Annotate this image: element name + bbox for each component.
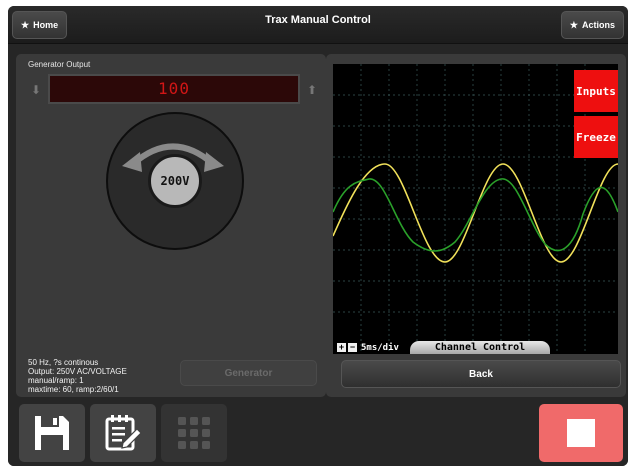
generator-button[interactable]: Generator bbox=[180, 360, 317, 386]
timebase-label: 5ms/div bbox=[361, 343, 399, 353]
page-title: Trax Manual Control bbox=[265, 14, 371, 26]
status-line: manual/ramp: 1 bbox=[28, 376, 84, 385]
timebase-increase-button[interactable]: + bbox=[337, 343, 346, 352]
timebase-decrease-button[interactable]: − bbox=[348, 343, 357, 352]
freeze-button[interactable]: Freeze bbox=[574, 116, 618, 158]
stop-button[interactable] bbox=[539, 404, 623, 462]
decrease-arrow-icon[interactable]: ⬇ bbox=[30, 84, 42, 96]
grid-icon bbox=[178, 417, 210, 449]
output-value-display: 100 bbox=[48, 74, 300, 104]
green-trace bbox=[333, 178, 618, 252]
star-icon: ★ bbox=[569, 19, 578, 30]
increase-arrow-icon[interactable]: ⬆ bbox=[306, 84, 318, 96]
scope-panel: Inputs Freeze + − 5ms/div Channel Contro… bbox=[326, 54, 626, 397]
yellow-trace bbox=[333, 163, 618, 263]
status-line: 50 Hz, ?s continous bbox=[28, 358, 99, 367]
generator-panel: Generator Output ⬇ 100 ⬆ 200V 50 Hz, ?s … bbox=[16, 54, 326, 397]
floppy-disk-icon bbox=[35, 416, 69, 450]
top-bar: ★ Home Trax Manual Control ★ Actions bbox=[8, 6, 628, 44]
actions-label: Actions bbox=[581, 20, 615, 30]
notes-button[interactable] bbox=[90, 404, 156, 462]
grid-menu-button[interactable] bbox=[161, 404, 227, 462]
stop-icon bbox=[567, 419, 595, 447]
app-frame: ★ Home Trax Manual Control ★ Actions Gen… bbox=[8, 6, 628, 466]
inputs-button[interactable]: Inputs bbox=[574, 70, 618, 112]
generator-output-label: Generator Output bbox=[28, 60, 91, 69]
bottom-toolbar bbox=[8, 401, 628, 466]
scope-controls: + − 5ms/div Channel Control bbox=[333, 340, 618, 354]
generator-status: 50 Hz, ?s continous Output: 250V AC/VOLT… bbox=[28, 358, 127, 394]
dial-knob[interactable]: 200V bbox=[148, 154, 202, 208]
back-button[interactable]: Back bbox=[341, 360, 621, 388]
oscilloscope-display: Inputs Freeze + − 5ms/div Channel Contro… bbox=[333, 64, 618, 354]
status-line: maxtime: 60, ramp:2/60/1 bbox=[28, 385, 119, 394]
status-line: Output: 250V AC/VOLTAGE bbox=[28, 367, 127, 376]
notepad-pencil-icon bbox=[105, 415, 142, 451]
actions-button[interactable]: ★ Actions bbox=[560, 11, 624, 39]
save-button[interactable] bbox=[19, 404, 85, 462]
channel-control-tab[interactable]: Channel Control bbox=[410, 341, 550, 354]
